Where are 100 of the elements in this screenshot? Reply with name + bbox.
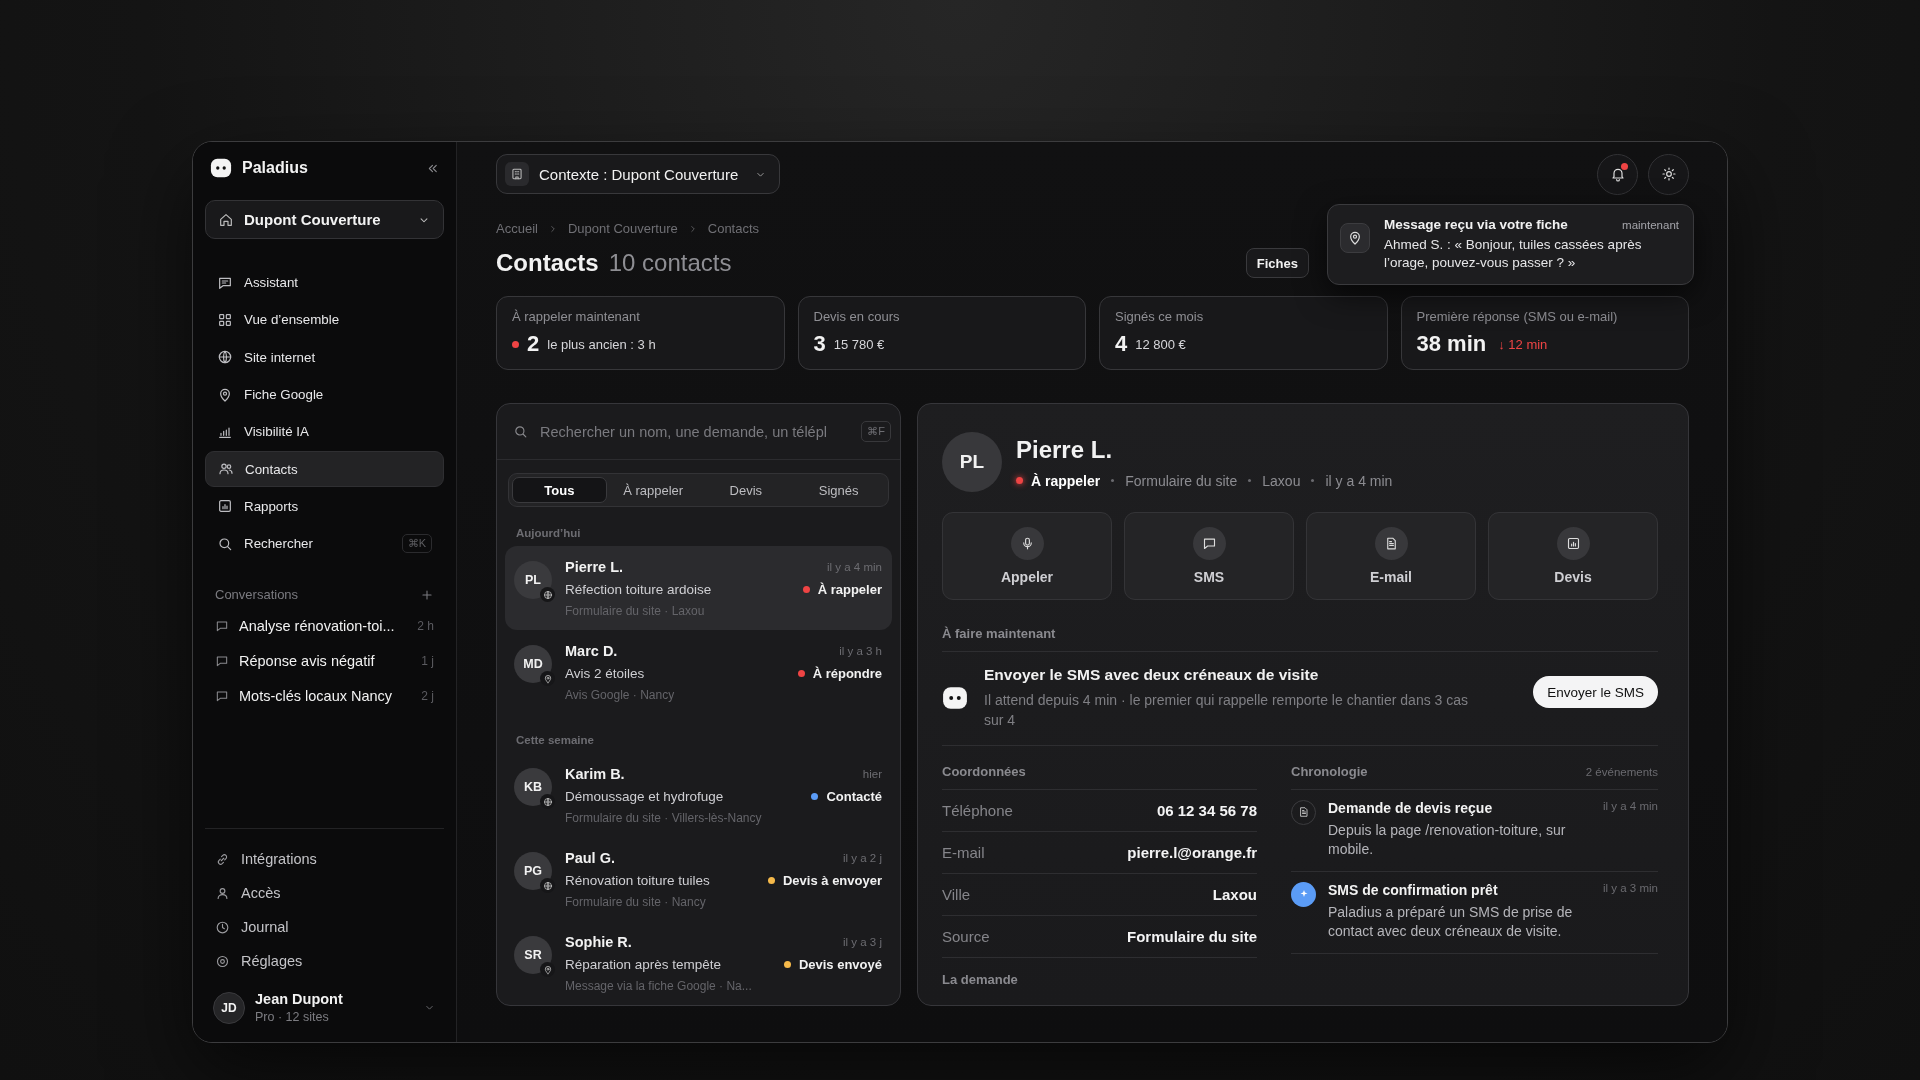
conversation-item[interactable]: Réponse avis négatif 1 j <box>205 645 444 678</box>
breadcrumb-link[interactable]: Accueil <box>496 221 538 236</box>
action-button[interactable]: Appeler <box>942 512 1112 600</box>
contact-status: À répondre <box>812 666 882 681</box>
event-time: il y a 3 min <box>1603 881 1658 896</box>
user-avatar: JD <box>213 991 245 1024</box>
contact-meta: il y a 4 min <box>1325 472 1393 489</box>
contact-name: Paul G. <box>565 850 616 866</box>
field-label: E-mail <box>942 843 985 861</box>
event-count: 2 événements <box>1585 765 1658 778</box>
contact-status: Devis à envoyer <box>783 873 882 888</box>
nav-item[interactable]: Site internet <box>205 339 444 375</box>
contact-status: Devis envoyé <box>798 957 882 972</box>
field-label: Téléphone <box>942 801 1013 819</box>
nav-item[interactable]: Contacts <box>205 451 444 487</box>
contact-row[interactable]: PG Paul G. il y a 2 j Rénovation toiture tuiles Devis à envoyer Formulaire du site · Nancy <box>505 837 892 921</box>
nav-item[interactable]: Fiche Google <box>205 376 444 413</box>
context-selector[interactable]: Contexte : Dupont Couverture <box>496 154 781 194</box>
nav-item[interactable]: Rechercher ⌘K <box>205 526 444 562</box>
contact-source: Message via la fiche Google · Na... <box>565 979 753 993</box>
contact-time: il y a 3 h <box>839 645 882 657</box>
contact-count: 10 contacts <box>608 249 732 277</box>
breadcrumb-link[interactable]: Contacts <box>707 221 760 236</box>
nav-item[interactable]: Assistant <box>205 265 444 301</box>
section-heading: La demande <box>942 971 1019 987</box>
contact-avatar: PG <box>514 852 552 890</box>
contact-source: Formulaire du site · Laxou <box>565 604 706 618</box>
field-value: Laxou <box>1212 885 1257 903</box>
contact-name: Sophie R. <box>565 934 633 950</box>
stat-label: Signés ce mois <box>1115 309 1205 324</box>
user-plan: Pro · 12 sites <box>255 1010 330 1024</box>
nav-item[interactable]: Intégrations <box>205 843 444 875</box>
contact-avatar: MD <box>514 645 552 683</box>
conversation-item[interactable]: Analyse rénovation-toi... 2 h <box>205 610 444 643</box>
filter-tab[interactable]: Devis <box>699 477 793 503</box>
breadcrumb-link[interactable]: Dupont Couverture <box>567 221 678 236</box>
shortcut-hint: ⌘F <box>861 421 891 442</box>
conversation-item[interactable]: Mots-clés locaux Nancy 2 j <box>205 680 444 713</box>
contact-status: À rappeler <box>817 582 882 597</box>
nav-item[interactable]: Visibilité IA <box>205 414 444 450</box>
contact-status: Contacté <box>826 789 882 804</box>
send-sms-button[interactable]: Envoyer le SMS <box>1533 676 1658 708</box>
section-heading: À faire maintenant <box>942 626 1658 652</box>
contact-avatar: PL <box>514 561 552 599</box>
section-heading: Conversations <box>215 587 300 603</box>
stat-value: 3 <box>813 331 826 357</box>
task-description: Il attend depuis 4 min · le premier qui rappelle remporte le chantier dans 3 cas sur 4 <box>984 691 1470 731</box>
stat-value: 38 min <box>1416 331 1487 357</box>
event-description: Depuis la page /renovation-toiture, sur mobile. <box>1328 820 1567 860</box>
nav-item[interactable]: Journal <box>205 911 444 943</box>
toast-time: maintenant <box>1622 219 1679 231</box>
contact-source: Avis Google · Nancy <box>565 688 676 702</box>
contact-row[interactable]: KB Karim B. hier Démoussage et hydrofuge Contacté Formulaire du site · Villers-lès-Nancy <box>505 753 892 837</box>
stat-label: À rappeler maintenant <box>512 309 641 324</box>
contact-source: Formulaire du site · Nancy <box>565 895 707 909</box>
nav-item[interactable]: Rapports <box>205 488 444 525</box>
stat-value: 4 <box>1115 331 1128 357</box>
group-heading: Aujourd’hui <box>516 527 582 539</box>
stat-label: Première réponse (SMS ou e-mail) <box>1416 309 1619 324</box>
filter-tab[interactable]: À rappeler <box>606 477 700 503</box>
section-heading: Coordonnées <box>942 763 1026 779</box>
contact-meta: Formulaire du site <box>1125 472 1238 489</box>
field-label: Ville <box>942 885 971 903</box>
filter-tab[interactable]: Signés <box>792 477 885 503</box>
nav-item[interactable]: Accès <box>205 877 444 909</box>
user-menu[interactable]: JD Jean Dupont Pro · 12 sites <box>205 985 444 1030</box>
group-heading: Cette semaine <box>516 734 595 746</box>
user-name: Jean Dupont <box>255 991 344 1007</box>
field-value: 06 12 34 56 78 <box>1156 801 1257 819</box>
workspace-selector[interactable]: Dupont Couverture <box>205 200 444 239</box>
toast-message: Ahmed S. : « Bonjour, tuiles cassées après l’orage, pouvez-vous passer ? » <box>1384 236 1643 273</box>
search-field[interactable]: Rechercher un nom, une demande, un télépl <box>538 422 852 441</box>
nav-item[interactable]: Réglages <box>205 945 444 977</box>
task-title: Envoyer le SMS avec deux créneaux de visite <box>984 666 1320 684</box>
contact-time: il y a 2 j <box>843 852 882 864</box>
stat-trend: ↓ 12 min <box>1498 336 1548 352</box>
field-value: Formulaire du site <box>1126 927 1257 945</box>
contact-request: Démoussage et hydrofuge <box>565 789 725 804</box>
nav-item[interactable]: Vue d’ensemble <box>205 302 444 338</box>
action-button[interactable]: SMS <box>1124 512 1294 600</box>
contact-source: Formulaire du site · Villers-lès-Nancy <box>565 811 763 825</box>
page-title: Contacts <box>496 249 599 277</box>
contact-row[interactable]: MD Marc D. il y a 3 h Avis 2 étoiles À répondre Avis Google · Nancy <box>505 630 892 714</box>
contact-time: hier <box>862 768 882 780</box>
contact-row[interactable]: SR Sophie R. il y a 3 j Réparation après tempête Devis envoyé Message via la fiche Google · Na... <box>505 921 892 1005</box>
contact-avatar: KB <box>514 768 552 806</box>
brand-name: Paladius <box>242 159 309 177</box>
toast-title: Message reçu via votre fiche <box>1384 217 1569 232</box>
filter-tab[interactable]: Tous <box>512 477 607 503</box>
contact-avatar: PL <box>942 432 1002 492</box>
contact-name: Marc D. <box>565 643 619 659</box>
contact-name: Pierre L. <box>565 559 625 575</box>
contact-meta: Laxou <box>1262 472 1301 489</box>
event-title: SMS de confirmation prêt <box>1328 881 1498 898</box>
event-title: Demande de devis reçue <box>1328 799 1493 816</box>
fiches-button[interactable]: Fiches <box>1245 248 1309 278</box>
contact-request: Réfection toiture ardoise <box>565 582 713 597</box>
contact-time: il y a 3 j <box>843 936 882 948</box>
action-button[interactable]: Devis <box>1488 512 1658 600</box>
action-button[interactable]: E-mail <box>1306 512 1476 600</box>
